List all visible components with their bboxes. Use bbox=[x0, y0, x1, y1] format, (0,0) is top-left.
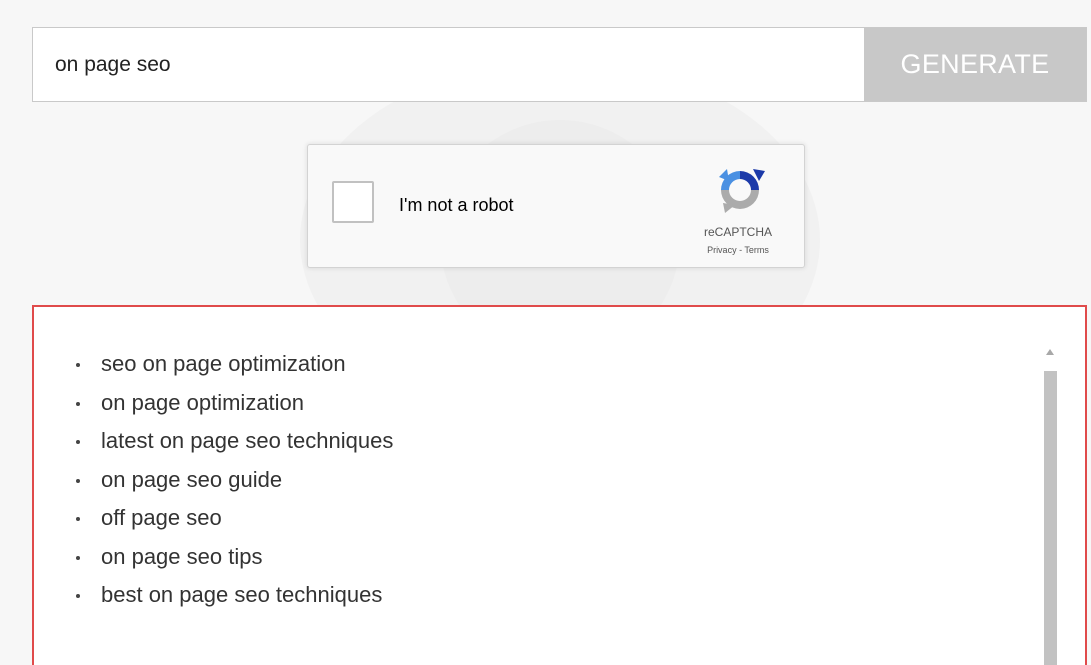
results-scrollbar[interactable] bbox=[1042, 343, 1058, 665]
keyword-result-item[interactable]: best on page seo techniques bbox=[72, 580, 1085, 619]
generate-button[interactable]: GENERATE bbox=[864, 28, 1086, 101]
scroll-up-arrow-icon[interactable] bbox=[1046, 349, 1054, 355]
recaptcha-privacy-link[interactable]: Privacy bbox=[707, 245, 737, 255]
keyword-result-item[interactable]: on page seo tips bbox=[72, 542, 1085, 581]
keyword-result-item[interactable]: on page seo guide bbox=[72, 465, 1085, 504]
recaptcha-widget: I'm not a robot reCAPTCHA Privacy - Term… bbox=[307, 144, 805, 268]
keyword-input[interactable] bbox=[33, 28, 864, 101]
recaptcha-logo-icon bbox=[719, 169, 765, 213]
recaptcha-checkbox[interactable] bbox=[332, 181, 374, 223]
recaptcha-brand: reCAPTCHA bbox=[703, 225, 772, 239]
keyword-result-item[interactable]: off page seo bbox=[72, 503, 1085, 542]
recaptcha-label: I'm not a robot bbox=[399, 195, 514, 215]
recaptcha-links: Privacy - Terms bbox=[688, 245, 788, 255]
scrollbar-thumb[interactable] bbox=[1044, 371, 1057, 665]
keyword-search-bar: GENERATE bbox=[32, 27, 1087, 102]
recaptcha-terms-link[interactable]: Terms bbox=[744, 245, 769, 255]
keyword-results-panel: seo on page optimization on page optimiz… bbox=[32, 305, 1087, 665]
keyword-result-item[interactable]: on page optimization bbox=[72, 388, 1085, 427]
keyword-result-item[interactable]: latest on page seo techniques bbox=[72, 426, 1085, 465]
keyword-result-item[interactable]: seo on page optimization bbox=[72, 349, 1085, 388]
keyword-results-list: seo on page optimization on page optimiz… bbox=[34, 307, 1085, 619]
